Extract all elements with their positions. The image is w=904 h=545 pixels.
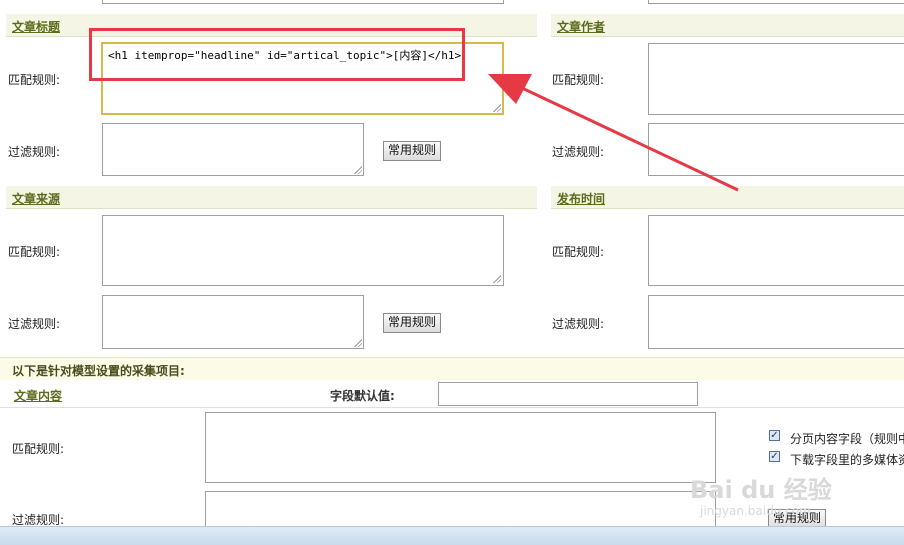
baidu-watermark-logo: Bai du 经验 <box>690 476 832 504</box>
bottom-status-bar <box>0 526 904 545</box>
annotation-arrow-icon <box>488 74 739 192</box>
baidu-watermark-url: jingyan.baidu.com <box>700 504 811 518</box>
